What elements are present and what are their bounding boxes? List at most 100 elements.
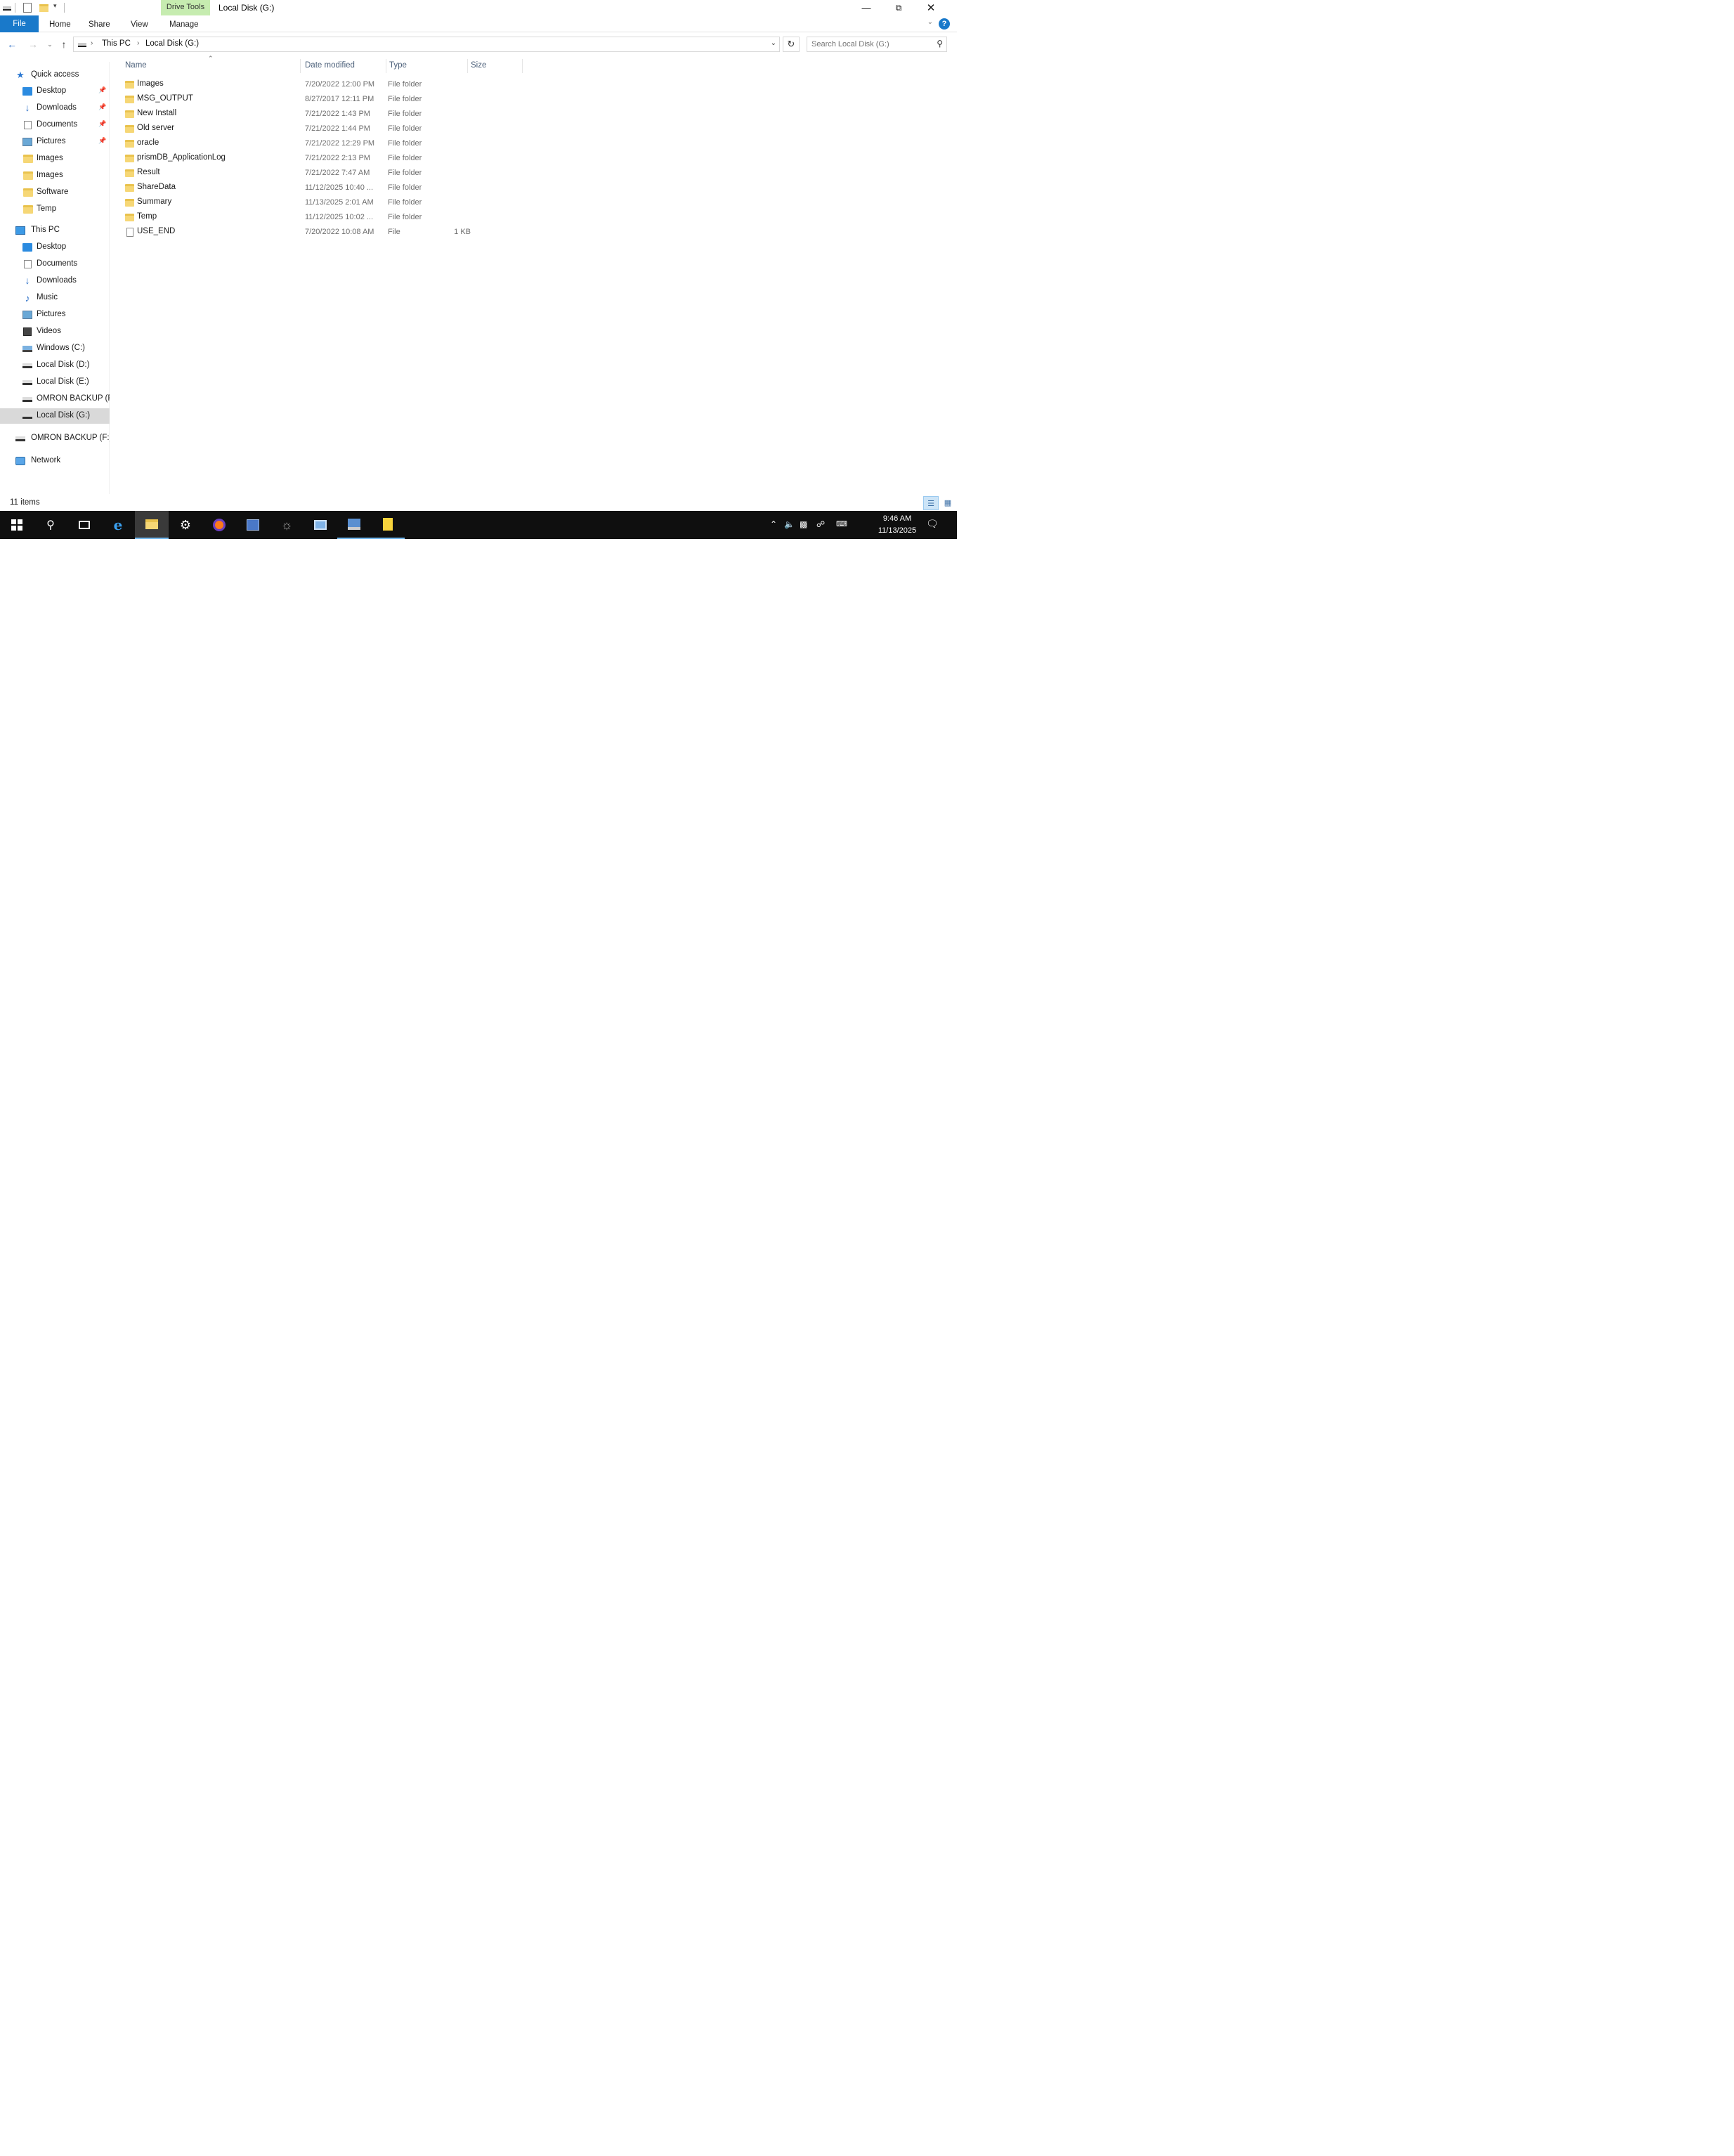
file-row[interactable]: New Install 7/21/2022 1:43 PM File folde… [121,107,521,122]
nav-pc-downloads[interactable]: ↓ Downloads [0,273,110,289]
taskbar-settings-app[interactable]: ⚙ [169,511,202,539]
nav-pc-local-disk-g[interactable]: Local Disk (G:) [0,408,110,424]
windows-logo-icon [11,519,22,531]
taskbar-file-explorer[interactable] [135,511,169,539]
taskbar-internet-explorer[interactable]: e [101,511,135,539]
file-row[interactable]: MSG_OUTPUT 8/27/2017 12:11 PM File folde… [121,92,521,107]
nav-pc-local-disk-d[interactable]: Local Disk (D:) [0,358,110,373]
nav-pc-pictures[interactable]: Pictures [0,307,110,323]
chevron-down-icon[interactable]: ⌄ [771,39,776,47]
nav-quick-downloads[interactable]: ↓ Downloads 📌 [0,100,110,116]
breadcrumb-separator[interactable]: › [91,39,93,47]
network-icon [15,457,25,465]
nav-pc-documents[interactable]: Documents [0,256,110,272]
nav-quick-documents[interactable]: Documents 📌 [0,117,110,133]
nav-this-pc[interactable]: This PC [0,223,110,238]
nav-quick-images-2[interactable]: Images [0,168,110,183]
nav-pc-windows-c[interactable]: Windows (C:) [0,341,110,356]
nav-quick-images[interactable]: Images [0,151,110,167]
column-header-name[interactable]: Name [124,59,301,73]
breadcrumb-this-pc[interactable]: This PC [102,39,131,48]
file-row[interactable]: USE_END 7/20/2022 10:08 AM File 1 KB [121,225,521,240]
start-button[interactable] [0,511,34,539]
file-row[interactable]: oracle 7/21/2022 12:29 PM File folder [121,136,521,151]
network-status-icon[interactable]: ▩ [800,519,807,529]
forward-button[interactable]: → [27,38,39,51]
file-date: 7/21/2022 1:43 PM [305,110,370,118]
customize-toolbar-icon[interactable]: ▾ [53,2,60,12]
breadcrumb-local-disk-g[interactable]: Local Disk (G:) [145,39,199,48]
help-icon[interactable]: ? [939,18,950,30]
nav-pc-videos[interactable]: Videos [0,324,110,339]
keyboard-icon[interactable]: ⌨ [836,519,847,528]
refresh-button[interactable]: ↻ [783,37,800,52]
nav-label: Local Disk (G:) [37,411,91,420]
taskbar-app-3[interactable] [304,511,337,539]
file-row[interactable]: ShareData 11/12/2025 10:40 ... File fold… [121,181,521,195]
taskbar-app-2[interactable]: ☼ [270,511,304,539]
taskbar-app-4[interactable] [337,511,371,539]
column-header-type[interactable]: Type [388,59,468,73]
back-button[interactable]: ← [6,38,18,51]
close-button[interactable]: ✕ [915,0,947,15]
search-box[interactable]: ⚲ [807,37,947,52]
search-input[interactable] [807,37,927,51]
nav-quick-access[interactable]: ★ Quick access [0,67,110,83]
tab-file[interactable]: File [0,15,39,32]
pin-icon[interactable]: 📌 [98,103,106,111]
taskbar-firefox[interactable] [202,511,236,539]
nav-quick-pictures[interactable]: Pictures 📌 [0,134,110,150]
column-header-size[interactable]: Size [469,59,523,73]
new-folder-icon[interactable] [39,4,48,12]
recent-locations-button[interactable]: ⌄ [44,38,56,51]
file-type: File folder [388,110,422,118]
details-view-button[interactable]: ☰ [923,496,939,510]
search-icon[interactable]: ⚲ [937,39,943,48]
file-row[interactable]: Temp 11/12/2025 10:02 ... File folder [121,210,521,225]
file-row[interactable]: Result 7/21/2022 7:47 AM File folder [121,166,521,181]
tab-view[interactable]: View [126,18,152,32]
nav-pc-music[interactable]: ♪ Music [0,290,110,306]
folder-icon [125,169,134,177]
column-header-date[interactable]: Date modified [304,59,386,73]
notification-center-icon[interactable]: 🗨 [926,518,939,530]
star-icon: ★ [16,70,25,80]
pin-icon[interactable]: 📌 [98,137,106,145]
up-button[interactable]: ↑ [58,38,70,51]
nav-label: Music [37,293,58,301]
expand-ribbon-icon[interactable]: ⌄ [927,18,933,26]
file-name: USE_END [137,227,176,235]
nav-pc-omron-backup-f[interactable]: OMRON BACKUP (F [0,391,110,407]
drive-icon[interactable] [3,6,11,11]
pin-icon[interactable]: 📌 [98,86,106,94]
taskbar-app-5[interactable] [371,511,405,539]
volume-muted-icon[interactable]: 🔈 [784,519,795,529]
file-row[interactable]: prismDB_ApplicationLog 7/21/2022 2:13 PM… [121,151,521,166]
nav-pc-desktop[interactable]: Desktop [0,240,110,255]
nav-omron-backup[interactable]: OMRON BACKUP (F:) [0,431,110,446]
tab-manage[interactable]: Manage [165,18,203,32]
nav-quick-desktop[interactable]: Desktop 📌 [0,84,110,99]
nav-pc-local-disk-e[interactable]: Local Disk (E:) [0,375,110,390]
restore-button[interactable]: ⧉ [882,0,915,15]
show-hidden-icons-chevron-icon[interactable]: ⌃ [770,519,777,529]
minimize-button[interactable]: — [850,0,882,15]
nav-network[interactable]: Network [0,453,110,469]
properties-icon[interactable] [23,3,32,13]
taskbar-app-1[interactable] [236,511,270,539]
task-view-button[interactable] [67,511,101,539]
breadcrumb-separator[interactable]: › [137,39,139,47]
file-row[interactable]: Old server 7/21/2022 1:44 PM File folder [121,122,521,136]
tab-home[interactable]: Home [45,18,75,32]
link-icon[interactable]: ☍ [816,519,825,529]
clock[interactable]: 9:46 AM 11/13/2025 [873,513,922,537]
nav-quick-software[interactable]: Software [0,185,110,200]
large-icons-view-button[interactable]: ▦ [940,496,956,510]
address-bar[interactable]: › This PC › Local Disk (G:) ⌄ [73,37,780,52]
file-row[interactable]: Images 7/20/2022 12:00 PM File folder [121,77,521,92]
tab-share[interactable]: Share [84,18,115,32]
search-button[interactable]: ⚲ [34,511,67,539]
pin-icon[interactable]: 📌 [98,120,106,128]
nav-quick-temp[interactable]: Temp [0,202,110,217]
file-row[interactable]: Summary 11/13/2025 2:01 AM File folder [121,195,521,210]
